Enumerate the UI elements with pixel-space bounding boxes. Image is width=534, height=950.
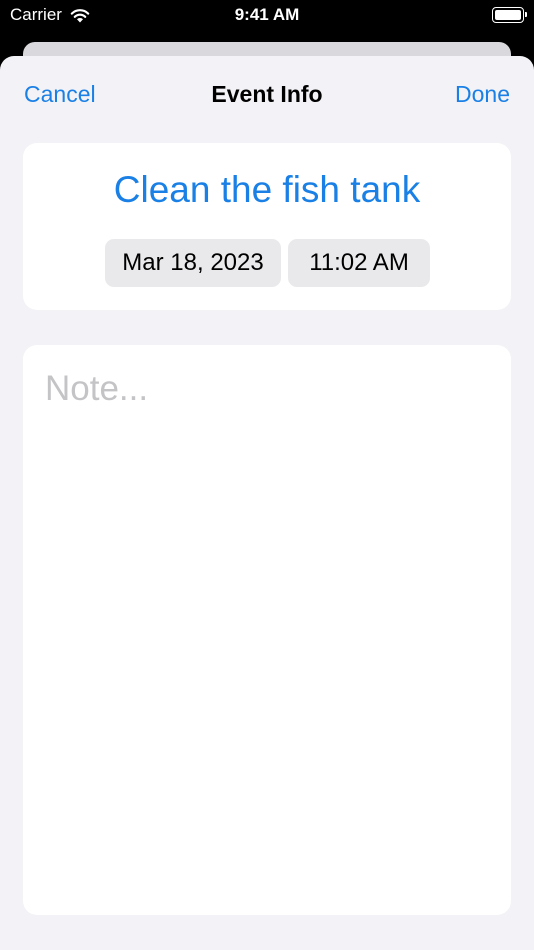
event-card: Clean the fish tank Mar 18, 2023 11:02 A…: [23, 143, 511, 310]
date-picker-button[interactable]: Mar 18, 2023: [105, 239, 281, 287]
page-title: Event Info: [211, 81, 323, 107]
navigation-bar: Cancel Event Info Done: [0, 56, 534, 132]
battery-icon: [492, 7, 527, 23]
time-picker-button[interactable]: 11:02 AM: [288, 239, 430, 287]
status-bar: Carrier 9:41 AM: [0, 0, 534, 32]
done-button[interactable]: Done: [455, 81, 510, 108]
battery-fill: [495, 10, 521, 20]
status-time: 9:41 AM: [234, 5, 300, 24]
note-field[interactable]: [45, 369, 489, 889]
event-info-sheet: Cancel Event Info Done Clean the fish ta…: [0, 56, 534, 950]
event-title[interactable]: Clean the fish tank: [23, 169, 511, 211]
note-card: [23, 345, 511, 915]
